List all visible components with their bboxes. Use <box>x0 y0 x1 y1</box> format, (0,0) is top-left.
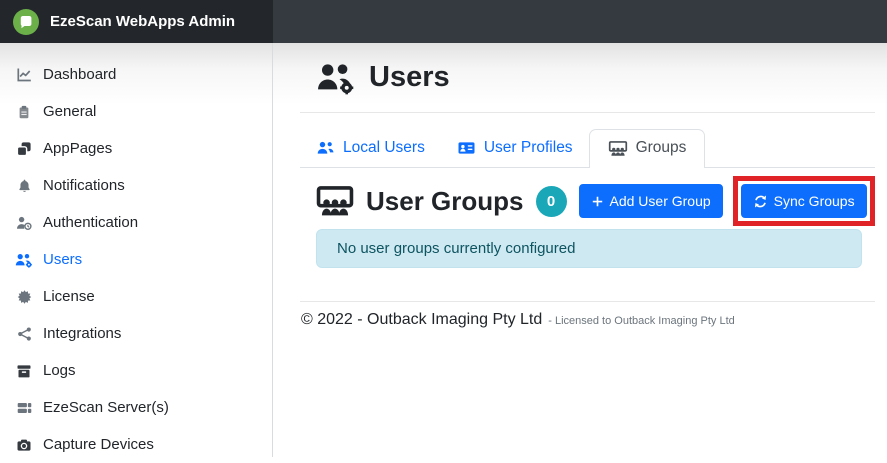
users-gear-icon <box>316 60 356 95</box>
sidebar-item-license[interactable]: License <box>0 278 272 315</box>
tab-bar: Local Users User Profiles Groups <box>300 129 875 168</box>
pages-icon <box>14 141 34 157</box>
divider <box>300 301 875 302</box>
sidebar-item-notifications[interactable]: Notifications <box>0 167 272 204</box>
sync-groups-button[interactable]: Sync Groups <box>741 184 867 218</box>
button-label: Add User Group <box>610 193 711 209</box>
sidebar-item-label: AppPages <box>43 140 112 157</box>
tab-label: Local Users <box>343 139 425 157</box>
sidebar-item-label: General <box>43 103 96 120</box>
tab-label: User Profiles <box>484 139 573 157</box>
tab-label: Groups <box>636 139 687 157</box>
tab-groups[interactable]: Groups <box>589 129 706 168</box>
sidebar-item-users[interactable]: Users <box>0 241 272 278</box>
main-content: Users Local Users User Profiles Group <box>273 43 887 457</box>
sidebar-item-general[interactable]: General <box>0 93 272 130</box>
sidebar-item-authentication[interactable]: Authentication <box>0 204 272 241</box>
brand[interactable]: EzeScan WebApps Admin <box>0 0 273 43</box>
annotation-highlight: Sync Groups <box>733 176 875 226</box>
brand-title: EzeScan WebApps Admin <box>50 13 235 30</box>
sidebar-item-label: Integrations <box>43 325 121 342</box>
certificate-icon <box>14 289 34 305</box>
sidebar-item-label: Dashboard <box>43 66 116 83</box>
sidebar-item-label: Logs <box>43 362 76 379</box>
share-nodes-icon <box>14 326 34 342</box>
chart-line-icon <box>14 67 34 83</box>
tab-local-users[interactable]: Local Users <box>316 130 441 167</box>
button-label: Sync Groups <box>774 193 855 209</box>
users-icon <box>316 140 335 156</box>
camera-icon <box>14 437 34 453</box>
licensed-text: - Licensed to Outback Imaging Pty Ltd <box>548 315 735 327</box>
brand-logo-icon <box>12 8 40 36</box>
users-gear-icon <box>14 252 34 268</box>
user-groups-icon <box>316 184 354 218</box>
copyright-text: © 2022 - Outback Imaging Pty Ltd <box>301 311 542 328</box>
server-icon <box>14 400 34 416</box>
user-clock-icon <box>14 215 34 231</box>
sidebar-item-label: Users <box>43 251 82 268</box>
sidebar-item-label: Notifications <box>43 177 125 194</box>
sidebar-item-label: Capture Devices <box>43 436 154 453</box>
sidebar-item-capture-devices[interactable]: Capture Devices <box>0 426 272 463</box>
user-groups-icon <box>608 140 628 157</box>
section-header: User Groups 0 Add User Group Sync Groups <box>316 176 875 226</box>
footer: © 2022 - Outback Imaging Pty Ltd - Licens… <box>301 311 875 329</box>
divider <box>300 112 875 113</box>
page-title: Users <box>369 61 450 94</box>
sidebar-item-ezescan-servers[interactable]: EzeScan Server(s) <box>0 389 272 426</box>
section-title: User Groups <box>366 186 524 217</box>
info-alert: No user groups currently configured <box>316 229 862 268</box>
add-user-group-button[interactable]: Add User Group <box>579 184 723 218</box>
header-bar: EzeScan WebApps Admin <box>0 0 887 43</box>
sidebar-item-logs[interactable]: Logs <box>0 352 272 389</box>
content-row: Dashboard General AppPages Notifications… <box>0 43 887 457</box>
tab-user-profiles[interactable]: User Profiles <box>441 130 589 167</box>
page-title-row: Users <box>316 55 875 99</box>
plus-icon <box>591 195 604 208</box>
alert-text: No user groups currently configured <box>337 240 575 257</box>
sidebar-item-apppages[interactable]: AppPages <box>0 130 272 167</box>
sidebar-item-integrations[interactable]: Integrations <box>0 315 272 352</box>
sidebar: Dashboard General AppPages Notifications… <box>0 43 273 457</box>
sidebar-item-dashboard[interactable]: Dashboard <box>0 56 272 93</box>
bell-icon <box>14 178 34 194</box>
box-archive-icon <box>14 363 34 379</box>
sidebar-item-label: License <box>43 288 95 305</box>
header-spacer <box>273 0 887 43</box>
address-card-icon <box>457 140 476 156</box>
sync-icon <box>753 194 768 209</box>
count-badge: 0 <box>536 186 567 217</box>
sidebar-item-label: EzeScan Server(s) <box>43 399 169 416</box>
clipboard-icon <box>14 104 34 120</box>
sidebar-item-label: Authentication <box>43 214 138 231</box>
